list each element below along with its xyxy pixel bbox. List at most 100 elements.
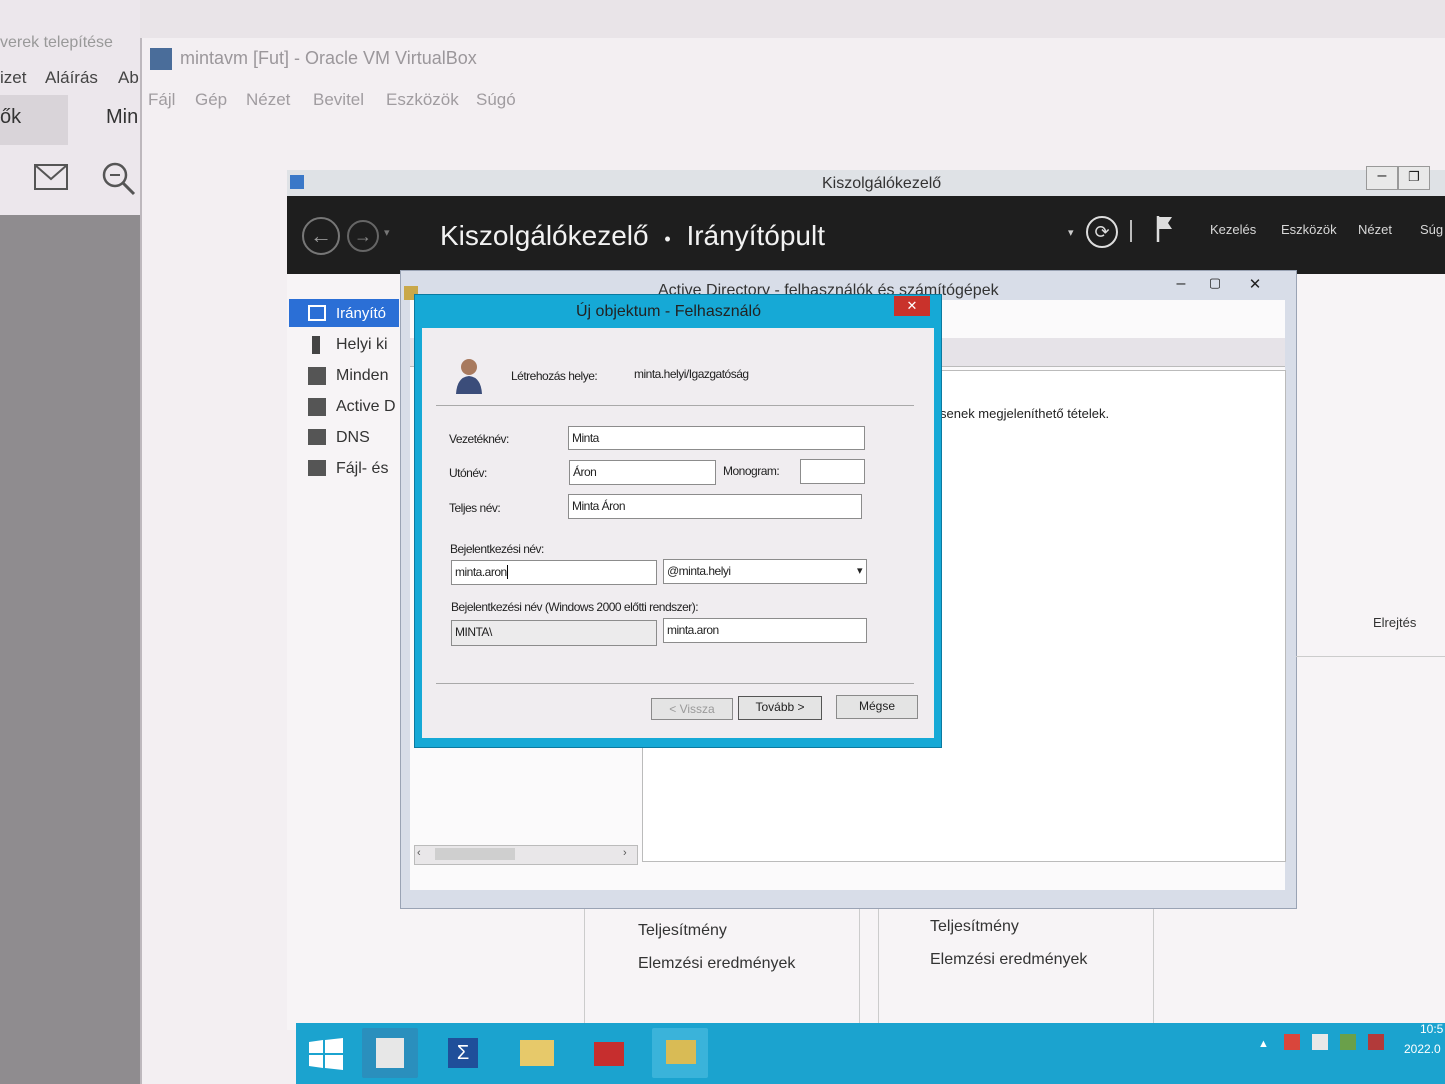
server-manager-taskbar-icon[interactable] bbox=[362, 1028, 418, 1078]
vbox-menu-item[interactable]: Gép bbox=[195, 90, 227, 110]
dns-icon bbox=[308, 429, 326, 445]
vbox-menu-item[interactable]: Nézet bbox=[246, 90, 290, 110]
back-button[interactable]: < Vissza bbox=[651, 698, 733, 720]
nav-item-dashboard[interactable]: Irányító bbox=[336, 305, 386, 322]
forward-arrow-icon[interactable]: → bbox=[347, 220, 379, 252]
host-text-fragment: verek telepítése bbox=[0, 34, 113, 51]
aduc-taskbar-icon[interactable] bbox=[652, 1028, 708, 1078]
host-menu-item[interactable]: Aláírás bbox=[45, 68, 98, 88]
chevron-down-icon[interactable]: ▾ bbox=[857, 560, 863, 582]
first-name-label: Utónév: bbox=[449, 466, 487, 480]
pre2000-domain-field: MINTA\ bbox=[451, 620, 657, 646]
menu-manage[interactable]: Kezelés bbox=[1210, 222, 1256, 237]
vbox-menu-item[interactable]: Súgó bbox=[476, 90, 516, 110]
host-tab[interactable]: ők bbox=[0, 106, 21, 129]
upn-suffix-select[interactable]: @minta.helyi ▾ bbox=[663, 559, 867, 584]
host-menu-item[interactable]: Ab bbox=[118, 68, 139, 88]
aduc-glyph bbox=[666, 1040, 696, 1064]
clock-date[interactable]: 2022.0 bbox=[1404, 1042, 1441, 1056]
full-name-field[interactable]: Minta Áron bbox=[568, 494, 862, 519]
dropdown-icon[interactable]: ▾ bbox=[1068, 226, 1074, 239]
server-manager-app-icon bbox=[290, 175, 304, 189]
aduc-maximize-button[interactable]: ▢ bbox=[1200, 275, 1230, 295]
aduc-close-button[interactable]: ✕ bbox=[1240, 275, 1270, 295]
virtualbox-app-icon bbox=[150, 48, 172, 70]
nav-item-dns[interactable]: DNS bbox=[336, 429, 370, 447]
file-explorer-icon[interactable] bbox=[508, 1028, 564, 1078]
text-cursor bbox=[506, 565, 508, 579]
back-arrow-icon[interactable]: ← bbox=[302, 217, 340, 255]
scroll-left-icon[interactable]: ‹ bbox=[417, 847, 421, 859]
aduc-empty-text: senek megjeleníthető tételek. bbox=[940, 406, 1110, 421]
tray-expand-icon[interactable]: ▲ bbox=[1258, 1038, 1269, 1050]
minimize-button[interactable]: – bbox=[1366, 166, 1398, 190]
toolbox-glyph bbox=[594, 1042, 624, 1066]
tray-network-icon[interactable] bbox=[1312, 1034, 1328, 1050]
logon-name-label: Bejelentkezési név: bbox=[450, 542, 544, 556]
menu-help[interactable]: Súg bbox=[1420, 222, 1443, 237]
logon-name-value: minta.aron bbox=[455, 565, 507, 579]
notification-flag-icon[interactable] bbox=[1155, 214, 1175, 249]
side-panel bbox=[1296, 320, 1445, 657]
vbox-menu-item[interactable]: Fájl bbox=[148, 90, 175, 110]
servers-icon bbox=[308, 367, 326, 385]
server-icon bbox=[312, 336, 320, 354]
dialog-title: Új objektum - Felhasználó bbox=[576, 303, 761, 320]
breadcrumb-page: Irányítópult bbox=[686, 220, 825, 251]
vbox-menu-item[interactable]: Eszközök bbox=[386, 90, 459, 110]
powershell-icon[interactable]: Σ bbox=[434, 1028, 490, 1078]
scrollbar-thumb[interactable] bbox=[435, 848, 515, 860]
menu-tools[interactable]: Eszközök bbox=[1281, 222, 1337, 237]
virtualbox-title: mintavm [Fut] - Oracle VM VirtualBox bbox=[180, 48, 477, 68]
full-name-label: Teljes név: bbox=[449, 501, 501, 515]
tile-left-performance[interactable]: Teljesítmény bbox=[638, 922, 727, 940]
start-windows-icon[interactable] bbox=[308, 1038, 344, 1075]
next-button[interactable]: Tovább > bbox=[738, 696, 822, 720]
tile-right-bpa[interactable]: Elemzési eredmények bbox=[930, 951, 1087, 969]
restore-button[interactable]: ❐ bbox=[1398, 166, 1430, 190]
nav-item-file-services[interactable]: Fájl- és bbox=[336, 460, 388, 478]
tray-volume-icon[interactable] bbox=[1368, 1034, 1384, 1050]
hide-link[interactable]: Elrejtés bbox=[1373, 615, 1416, 630]
history-dropdown-icon[interactable]: ▾ bbox=[384, 226, 390, 239]
aduc-minimize-button[interactable]: – bbox=[1166, 275, 1196, 295]
pre2000-label: Bejelentkezési név (Windows 2000 előtti … bbox=[451, 600, 699, 614]
clock-time[interactable]: 10:5 bbox=[1420, 1022, 1443, 1036]
host-menu-item[interactable]: izet bbox=[0, 68, 26, 88]
server-manager-title: Kiszolgálókezelő bbox=[822, 175, 942, 192]
tray-flag-icon[interactable] bbox=[1284, 1034, 1300, 1050]
upn-suffix-value: @minta.helyi bbox=[667, 564, 731, 578]
logon-name-field[interactable]: minta.aron bbox=[451, 560, 657, 585]
initials-field[interactable] bbox=[800, 459, 865, 484]
mail-icon[interactable] bbox=[34, 164, 68, 195]
breadcrumb: Kiszolgálókezelő • Irányítópult bbox=[440, 220, 825, 252]
zoom-icon[interactable] bbox=[100, 160, 136, 201]
active-directory-icon bbox=[308, 398, 326, 416]
tile-right-performance[interactable]: Teljesítmény bbox=[930, 918, 1019, 936]
nav-item-active-directory[interactable]: Active D bbox=[336, 398, 396, 416]
tile-left-bpa[interactable]: Elemzési eredmények bbox=[638, 955, 795, 973]
breadcrumb-separator: • bbox=[664, 229, 671, 249]
last-name-label: Vezetéknév: bbox=[449, 432, 509, 446]
horizontal-scrollbar[interactable]: ‹ › bbox=[414, 845, 638, 865]
first-name-field[interactable]: Áron bbox=[569, 460, 716, 485]
powershell-glyph: Σ bbox=[448, 1038, 478, 1068]
scroll-right-icon[interactable]: › bbox=[623, 847, 627, 859]
menu-view[interactable]: Nézet bbox=[1358, 222, 1392, 237]
nav-item-local-server[interactable]: Helyi ki bbox=[336, 336, 388, 354]
cancel-button[interactable]: Mégse bbox=[836, 695, 918, 719]
breadcrumb-root[interactable]: Kiszolgálókezelő bbox=[440, 220, 649, 251]
toolbox-icon[interactable] bbox=[580, 1028, 636, 1078]
nav-item-all-servers[interactable]: Minden bbox=[336, 367, 388, 385]
host-tab[interactable]: Min bbox=[106, 106, 138, 129]
vbox-menu-item[interactable]: Bevitel bbox=[313, 90, 364, 110]
tray-device-icon[interactable] bbox=[1340, 1034, 1356, 1050]
dialog-body bbox=[422, 328, 934, 738]
dialog-close-button[interactable]: ✕ bbox=[894, 296, 930, 316]
dialog-divider bbox=[436, 405, 914, 406]
last-name-field[interactable]: Minta bbox=[568, 426, 865, 450]
host-app-gray-area bbox=[0, 215, 140, 1084]
refresh-icon[interactable]: ⟳ bbox=[1086, 216, 1118, 248]
server-manager-glyph bbox=[376, 1038, 404, 1068]
pre2000-logon-field[interactable]: minta.aron bbox=[663, 618, 867, 643]
